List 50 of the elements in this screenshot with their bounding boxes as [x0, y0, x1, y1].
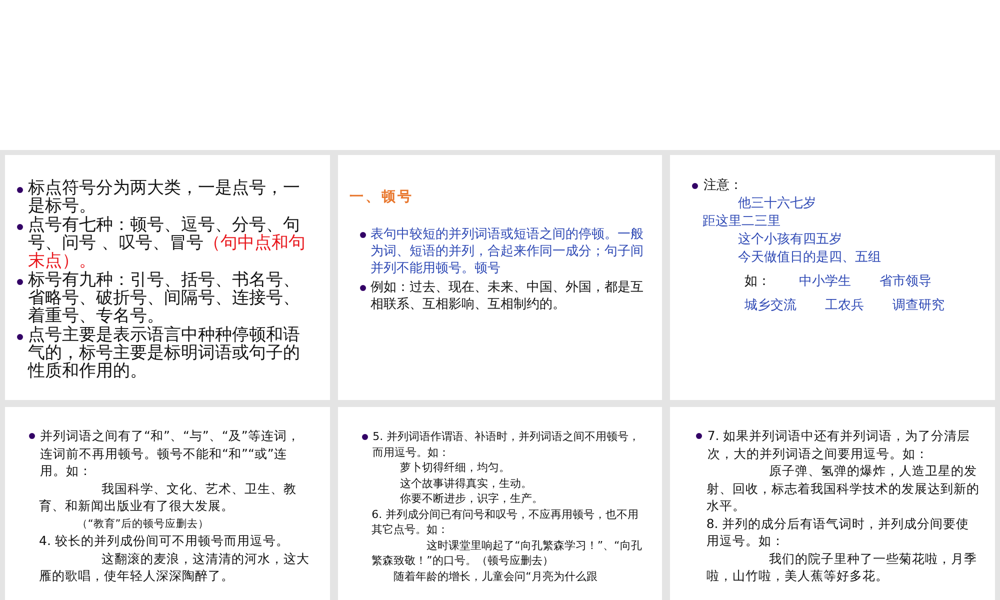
slide-text: 我国科学、文化、艺术、卫生、教育、和新闻出版业有了很大发展。 [38, 480, 298, 514]
bullet-icon [17, 278, 23, 285]
bullet-icon [17, 224, 23, 230]
slide-thumbnail[interactable]: 7. 如果并列词语中还有并列词语，为了分清层次，大的并列词语之间要用逗号。如： 原子弹、氢弹的爆炸，人造卫星的发射、回收，标志着我国科学技术的发展达到新的水平。 8. 并列的成分后有语气词时，并列成分间要使用逗号。如： 我们的院子里种了一些菊花啦，月季啦，山竹啦，美人蕉等好多花。 [670, 407, 995, 600]
slide-heading: 一、顿号 [350, 189, 415, 206]
bullet-text: 5. 并列词语作谓语、补语时，并列词语之间不用顿号，而用逗号。如： [372, 429, 641, 460]
slide-text: 他三十六七岁 [736, 195, 817, 212]
bullet-icon [696, 432, 702, 439]
bullet-icon [360, 232, 366, 238]
slide-text: 8. 并列的成分后有语气词时，并列成分间要使用逗号。如： [705, 514, 970, 550]
example-word: 工农兵 [824, 297, 864, 314]
bullet-icon [17, 334, 23, 340]
bullet-icon [362, 434, 368, 440]
bullet-icon [692, 182, 698, 189]
slide-text: 6. 并列成分间已有问号和叹号，不应再用顿号，也不用其它点号。如： [370, 506, 640, 538]
slide-text: 距这里二三里 [701, 213, 782, 230]
slide-thumbnail[interactable]: 一、顿号 表句中较短的并列词语或短语之间的停顿。一般为词、短语的并列，合起来作同一成分；句子间并列不能用顿号。顿号 例如：过去、现在、未来、中国、外国，都是互相联系、互相影响、互相制约的。 [338, 155, 662, 400]
bullet-text: 标号有九种：引号、括号、书名号、省略号、破折号、间隔号、连接号、着重号、专名号。 [28, 271, 301, 325]
slide-text: 4. 较长的并列成份间可不用顿号而用逗号。 [38, 532, 290, 550]
example-word: 中小学生 [798, 273, 851, 290]
bullet-text: 点号有七种：顿号、逗号、分号、句号、问号 、叹号、冒号（句中点和句末点）。 [28, 216, 306, 270]
slide-text: 我们的院子里种了一些菊花啦，月季啦，山竹啦，美人蕉等好多花。 [705, 550, 978, 584]
slide-thumbnail[interactable]: 并列词语之间有了“和”、“与”、“及”等连词，连词前不再用顿号。顿号不能和“和”“或”连用。如： 我国科学、文化、艺术、卫生、教育、和新闻出版业有了很大发展。 （“教育”后的顿号应删去） 4. 较长的并列成份间可不用顿号而用逗号。 这翻滚的麦浪，这清清的河水，这大雁的歌唱，使年轻人深深陶醉了。 [5, 407, 330, 600]
bullet-text: 例如：过去、现在、未来、中国、外国，都是互相联系、互相影响、互相制约的。 [370, 279, 644, 313]
slide-text: 今天做值日的是四、五组 [736, 249, 882, 266]
slide-text: 随着年龄的增长，儿童会问“月亮为什么跟 [392, 568, 598, 584]
bullet-text: 点号主要是表示语言中种种停顿和语气的，标号主要是标明词语或句子的性质和作用的。 [28, 326, 301, 380]
slide-note: （“教育”后的顿号应删去） [76, 516, 210, 532]
slide-text: 这个故事讲得真实，生动。 [399, 476, 534, 491]
bullet-text: 标点符号分为两大类，一是点号，一是标号。 [28, 179, 301, 215]
slide-text: 这时课堂里响起了“向孔繁森学习！”、“向孔繁森致敬！”的口号。（顿号应删去） [370, 538, 643, 568]
bullet-text: 注意： [703, 177, 742, 194]
slide-text: 这个小孩有四五岁 [736, 231, 843, 248]
slide-thumbnail[interactable]: 标点符号分为两大类，一是点号，一是标号。 点号有七种：顿号、逗号、分号、句号、问号 、叹号、冒号（句中点和句末点）。 标号有九种：引号、括号、书名号、省略号、破折号、间隔号、连接号、着重号、专名号。 点号主要是表示语言中种种停顿和语气的，标号主要是标明词语或句子的性质和作用的。 [5, 155, 330, 400]
slide-thumbnail[interactable]: 注意： 他三十六七岁 距这里二三里 这个小孩有四五岁 今天做值日的是四、五组 如： 中小学生 省市领导 城乡交流 工农兵 调查研究 [670, 155, 995, 400]
bullet-icon [360, 284, 366, 291]
bullet-icon [29, 432, 35, 439]
bullet-icon [17, 186, 23, 193]
slide-text: 你要不断进步，识字，生产。 [399, 491, 544, 506]
bullet-text: 表句中较短的并列词语或短语之间的停顿。一般为词、短语的并列，合起来作同一成分；句子间并列不能用顿号。顿号 [370, 226, 644, 277]
example-word: 省市领导 [880, 273, 932, 290]
slide-text: 萝卜切得纤细，均匀。 [399, 460, 512, 476]
bullet-text: 7. 如果并列词语中还有并列词语，为了分清层次，大的并列词语之间要用逗号。如： [707, 427, 972, 462]
example-word: 调查研究 [892, 297, 945, 314]
slide-text: 这翻滚的麦浪，这清清的河水，这大雁的歌唱，使年轻人深深陶醉了。 [38, 550, 310, 584]
example-word: 如： [744, 273, 770, 290]
slide-text: 原子弹、氢弹的爆炸，人造卫星的发射、回收，标志着我国科学技术的发展达到新的水平。 [705, 462, 980, 514]
slide-thumbnail[interactable]: 5. 并列词语作谓语、补语时，并列词语之间不用顿号，而用逗号。如： 萝卜切得纤细，均匀。 这个故事讲得真实，生动。 你要不断进步，识字，生产。 6. 并列成分间已有问号和叹号，不应再用顿号，也不用其它点号。如： 这时课堂里响起了“向孔繁森学习！”、“向孔繁森致敬！”的口号。（顿号应删去） 随着年龄的增长，儿童会问“月亮为什么跟 [338, 407, 662, 600]
bullet-text: 并列词语之间有了“和”、“与”、“及”等连词，连词前不再用顿号。顿号不能和“和”“或”连用。如： [40, 427, 301, 480]
example-word: 城乡交流 [744, 297, 796, 314]
